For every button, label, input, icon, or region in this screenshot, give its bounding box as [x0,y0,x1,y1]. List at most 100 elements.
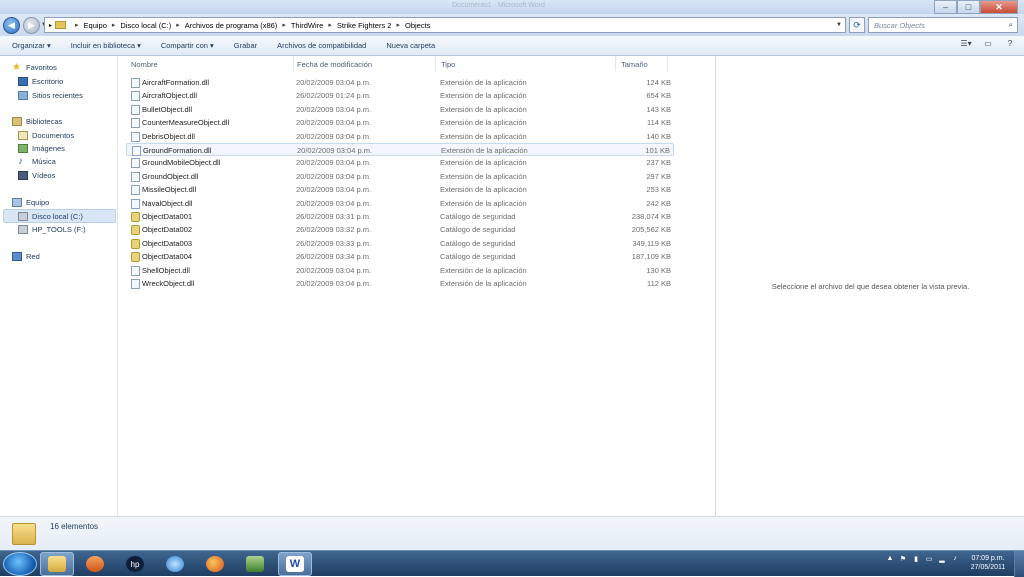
table-row[interactable]: ObjectData004 26/02/2009 03:34 p.m. Catálo… [126,250,674,263]
breadcrumb-objects[interactable]: Objects [405,21,430,30]
help-icon[interactable]: ? [1002,39,1018,52]
videos-icon [18,171,28,180]
network-signal-icon[interactable]: ▂ [938,555,946,565]
column-header-size[interactable]: Tamaño [616,56,668,71]
folder-icon [12,523,36,545]
chevron-right-icon[interactable]: ▸ [49,22,52,29]
file-size: 654 KB [646,91,671,101]
search-input[interactable]: Buscar Objects ⌕ [868,17,1018,33]
burn-button[interactable]: Grabar [234,41,257,50]
address-bar[interactable]: ▸ ▸ Equipo ▸ Disco local (C:) ▸ Archivos… [44,17,846,33]
show-desktop-button[interactable] [1014,551,1024,577]
volume-icon[interactable]: ♪ [951,555,959,565]
breadcrumb-equipo[interactable]: Equipo [84,21,107,30]
file-size: 297 KB [646,171,671,181]
preview-pane-icon[interactable]: ▭ [980,39,996,52]
sidebar-item-sitios-recientes[interactable]: Sitios recientes [18,91,83,100]
refresh-button[interactable]: ⟳ [849,17,865,33]
table-row[interactable]: WreckObject.dll 20/02/2009 03:04 p.m. Exte… [126,277,674,290]
table-row[interactable]: GroundObject.dll 20/02/2009 03:04 p.m. Ext… [126,170,674,183]
table-row[interactable]: DebrisObject.dll 20/02/2009 03:04 p.m. Ext… [126,130,674,143]
table-row[interactable]: ObjectData001 26/02/2009 03:31 p.m. Catálo… [126,210,674,223]
file-size: 114 KB [646,118,671,128]
table-row[interactable]: GroundFormation.dll 20/02/2009 03:04 p.m.… [126,143,674,156]
table-row[interactable]: CounterMeasureObject.dll 20/02/2009 03:04… [126,116,674,129]
table-row[interactable]: BulletObject.dll 20/02/2009 03:04 p.m. Ext… [126,103,674,116]
file-type: Extensión de la aplicación [440,78,527,87]
action-center-icon[interactable]: ⚑ [899,555,907,565]
table-row[interactable]: ShellObject.dll 20/02/2009 03:04 p.m. Exte… [126,264,674,277]
sidebar-item-hp-tools[interactable]: HP_TOOLS (F:) [18,225,86,234]
sidebar-item-bibliotecas[interactable]: Bibliotecas [12,117,62,126]
forward-button[interactable]: ▶ [23,16,40,34]
file-date: 20/02/2009 03:04 p.m. [296,131,372,141]
breadcrumb-strike-fighters[interactable]: Strike Fighters 2 [337,21,392,30]
file-date: 20/02/2009 03:04 p.m. [296,279,372,288]
file-name: GroundFormation.dll [143,146,212,155]
column-header-date[interactable]: Fecha de modificación [292,56,436,71]
maximize-button[interactable]: □ [957,0,980,14]
table-row[interactable]: AircraftFormation.dll 20/02/2009 03:04 p.… [126,76,674,89]
taskbar-hp[interactable]: hp [118,552,152,576]
chevron-right-icon[interactable]: ▸ [282,21,286,29]
sidebar-item-documentos[interactable]: Documentos [18,131,74,140]
chevron-down-icon[interactable]: ▼ [836,22,842,28]
chevron-right-icon[interactable]: ▸ [176,21,180,29]
show-hidden-icons-icon[interactable]: ▲ [886,555,894,565]
sidebar-item-favoritos[interactable]: ★ Favoritos [12,63,57,73]
breadcrumb-thirdwire[interactable]: ThirdWire [291,21,324,30]
new-folder-button[interactable]: Nueva carpeta [386,41,435,50]
sidebar-item-videos[interactable]: Vídeos [18,171,55,180]
sidebar-item-equipo[interactable]: Equipo [12,198,49,207]
taskbar-word[interactable]: W [278,552,312,576]
taskbar-firefox[interactable] [198,552,232,576]
include-library-button[interactable]: Incluir en biblioteca ▾ [71,41,141,50]
file-name: GroundMobileObject.dll [142,158,221,168]
sidebar-item-red[interactable]: Red [12,252,40,261]
taskbar-remote-desktop[interactable] [238,552,272,576]
navigation-pane: ★ Favoritos Escritorio Sitios recientes … [0,56,118,516]
table-row[interactable]: MissileObject.dll 20/02/2009 03:04 p.m. Ex… [126,183,674,196]
chevron-right-icon[interactable]: ▸ [112,21,116,29]
breadcrumb-archivos-programa[interactable]: Archivos de programa (x86) [185,21,278,30]
table-row[interactable]: ObjectData002 26/02/2009 03:32 p.m. Catálo… [126,223,674,236]
display-icon[interactable]: ▭ [925,555,933,565]
file-date: 26/02/2009 03:33 p.m. [296,238,372,248]
compatibility-files-button[interactable]: Archivos de compatibilidad [277,41,366,50]
sidebar-item-label: Vídeos [32,171,56,180]
share-with-button[interactable]: Compartir con ▾ [161,41,214,50]
table-row[interactable]: GroundMobileObject.dll 20/02/2009 03:04 p… [126,156,674,169]
sidebar-item-label: Música [32,157,56,166]
dll-file-icon [131,91,140,102]
taskbar-media-player[interactable] [78,552,112,576]
search-icon[interactable]: ⌕ [1009,20,1013,30]
taskbar-internet-explorer[interactable] [158,552,192,576]
view-options-icon[interactable]: ☰▾ [958,39,974,52]
sidebar-item-musica[interactable]: ♪ Música [18,157,56,167]
start-button[interactable] [3,552,37,576]
chevron-right-icon[interactable]: ▸ [75,21,79,29]
back-button[interactable]: ◀ [3,16,20,34]
close-button[interactable]: ✕ [980,0,1018,14]
clock-date: 27/05/2011 [970,564,1006,571]
sidebar-item-escritorio[interactable]: Escritorio [18,77,63,86]
breadcrumb-disco-local[interactable]: Disco local (C:) [120,21,171,30]
table-row[interactable]: ObjectData003 26/02/2009 03:33 p.m. Catálo… [126,237,674,250]
organize-button[interactable]: Organizar ▾ [12,41,51,50]
notification-area: ▲ ⚑ ▮ ▭ ▂ ♪ [886,555,959,565]
remote-desktop-icon [246,556,264,572]
chevron-right-icon[interactable]: ▸ [396,21,400,29]
sidebar-item-disco-local[interactable]: Disco local (C:) [3,209,116,223]
clock[interactable]: 07:09 p.m. 27/05/2011 [966,554,1010,572]
table-row[interactable]: AircraftObject.dll 26/02/2009 01:24 p.m. E… [126,89,674,102]
taskbar-explorer[interactable] [40,552,74,576]
column-header-type[interactable]: Tipo [436,56,616,71]
column-header-name[interactable]: Nombre [126,56,294,71]
dll-file-icon [132,146,141,156]
table-row[interactable]: NavalObject.dll 20/02/2009 03:04 p.m. Exte… [126,197,674,210]
sidebar-item-imagenes[interactable]: Imágenes [18,144,65,153]
chevron-right-icon[interactable]: ▸ [328,21,332,29]
minimize-button[interactable]: – [934,0,957,14]
dll-file-icon [131,198,140,209]
battery-icon[interactable]: ▮ [912,555,920,565]
